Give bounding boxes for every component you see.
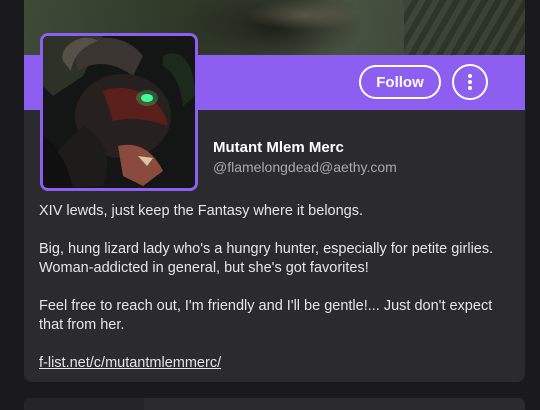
avatar-image [43,36,195,188]
display-name: Mutant Mlem Merc [213,139,344,156]
profile-link[interactable]: f-list.net/c/mutantmlemmerc/ [39,355,221,371]
avatar[interactable] [40,33,198,191]
follow-button[interactable]: Follow [359,65,441,99]
bio-paragraph: Feel free to reach out, I'm friendly and… [39,298,493,333]
bio-paragraph: XIV lewds, just keep the Fantasy where i… [39,203,364,219]
more-options-button[interactable] [452,64,488,100]
panel-tab[interactable] [24,398,144,410]
profile-bio: XIV lewds, just keep the Fantasy where i… [39,202,509,373]
account-handle: @flamelongdead@aethy.com [213,159,397,175]
profile-card: Mutant Mlem Merc @flamelongdead@aethy.co… [24,0,525,382]
next-panel [24,398,525,410]
more-vertical-icon [468,74,472,90]
bio-paragraph: Big, hung lizard lady who's a hungry hun… [39,241,494,276]
